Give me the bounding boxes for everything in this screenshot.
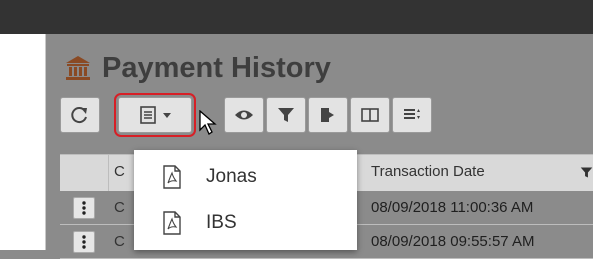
- page-title: Payment History: [64, 48, 331, 88]
- menu-item-ibs[interactable]: IBS: [134, 200, 357, 246]
- row-cell-partial: C: [114, 233, 125, 250]
- filter-icon[interactable]: [580, 166, 593, 179]
- row-cell-partial: C: [114, 199, 125, 216]
- document-list-icon: [140, 106, 156, 124]
- export-file-button[interactable]: [308, 97, 348, 133]
- chevron-down-icon: [163, 113, 171, 118]
- page-title-text: Payment History: [102, 51, 331, 84]
- columns-button[interactable]: [350, 97, 390, 133]
- export-menu-button[interactable]: [114, 93, 196, 137]
- transaction-date-cell: 08/09/2018 09:55:57 AM: [371, 233, 535, 250]
- filter-icon: [278, 108, 294, 122]
- filter-button[interactable]: [266, 97, 306, 133]
- columns-icon: [361, 108, 379, 122]
- refresh-icon: [71, 107, 87, 124]
- menu-item-label: Jonas: [206, 166, 257, 187]
- export-door-icon: [321, 108, 334, 122]
- eye-icon: [235, 110, 253, 120]
- column-separator: [108, 155, 109, 191]
- top-bar: [0, 0, 593, 34]
- transaction-date-cell: 08/09/2018 11:00:36 AM: [371, 199, 534, 216]
- export-dropdown-menu: Jonas IBS: [134, 150, 357, 250]
- menu-item-label: IBS: [206, 212, 237, 233]
- row-actions-button[interactable]: [73, 197, 95, 219]
- vertical-dots-icon: [82, 201, 86, 215]
- refresh-button[interactable]: [60, 97, 100, 133]
- sort-lines-icon: [404, 109, 420, 119]
- view-button[interactable]: [224, 97, 264, 133]
- pdf-icon: [163, 165, 181, 189]
- menu-item-jonas[interactable]: Jonas: [134, 154, 357, 200]
- vertical-dots-icon: [82, 235, 86, 249]
- left-panel: [0, 34, 46, 250]
- pdf-icon: [163, 211, 181, 235]
- column-header-partial[interactable]: C: [114, 163, 125, 180]
- sort-button[interactable]: [392, 97, 432, 133]
- column-header-transaction-date[interactable]: Transaction Date: [371, 163, 485, 180]
- mouse-pointer-icon: [199, 110, 217, 135]
- bank-icon: [66, 56, 90, 80]
